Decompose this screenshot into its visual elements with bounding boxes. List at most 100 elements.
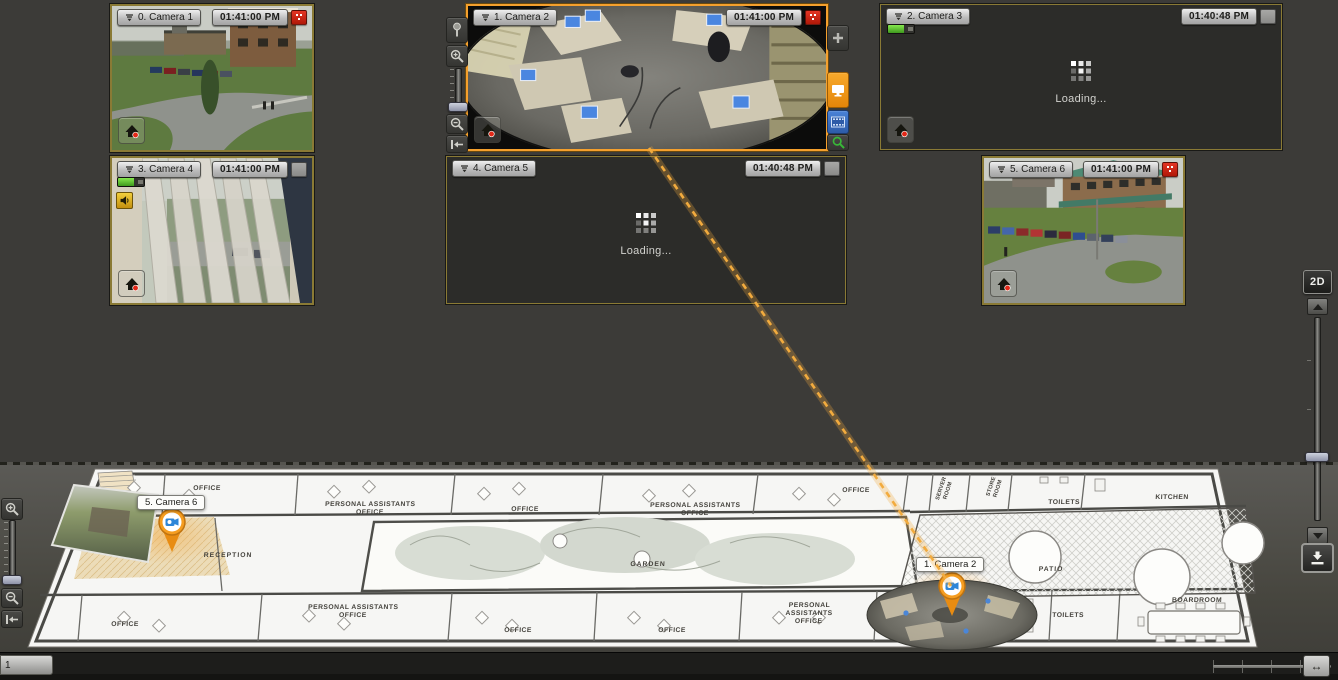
vertical-splitter-track[interactable] <box>1314 317 1321 521</box>
add-view-icon <box>832 32 844 44</box>
playback-button[interactable] <box>827 110 849 134</box>
zoom-out-button[interactable] <box>446 114 468 134</box>
camera-title: 1. Camera 2 <box>494 10 549 25</box>
add-view-button[interactable] <box>827 25 849 51</box>
camera-menu-chip[interactable]: 1. Camera 2 <box>473 9 557 26</box>
event-house-button[interactable] <box>118 270 145 297</box>
camera-tile-5[interactable]: 5. Camera 6 01:41:00 PM <box>982 156 1185 305</box>
camera-menu-icon <box>460 165 469 173</box>
event-house-icon <box>893 122 909 138</box>
camera-tile-2[interactable]: 2. Camera 3 01:40:48 PM Loading... <box>880 4 1282 150</box>
event-house-icon <box>124 276 140 292</box>
room-label: PERSONAL ASSISTANTS OFFICE <box>649 502 740 518</box>
camera-tile-4[interactable]: 4. Camera 5 01:40:48 PM Loading... <box>446 156 846 304</box>
map-camera-marker-2[interactable] <box>936 571 968 622</box>
camera-menu-chip[interactable]: 5. Camera 6 <box>989 161 1073 178</box>
room-label: OFFICE <box>511 506 539 514</box>
camera-menu-icon <box>125 14 134 22</box>
map-marker-label[interactable]: 5. Camera 6 <box>137 495 205 510</box>
reset-zoom-button[interactable] <box>446 135 468 153</box>
camera-1-video <box>468 6 826 149</box>
map-zoom-in-button[interactable] <box>1 498 23 520</box>
zoom-in-icon <box>450 49 464 63</box>
camera-menu-icon <box>481 14 490 22</box>
camera-title: 2. Camera 3 <box>907 9 962 24</box>
map-navigation-bar: 1 ↔ <box>0 652 1338 680</box>
room-label: BOARDROOM <box>1172 597 1223 605</box>
reset-zoom-icon <box>450 139 464 150</box>
camera-title: 0. Camera 1 <box>138 10 193 25</box>
map-camera-marker-6[interactable] <box>156 507 188 558</box>
collapse-map-panel-button[interactable] <box>1301 543 1334 573</box>
room-label: PERSONAL ASSISTANTS OFFICE <box>785 602 833 626</box>
camera-menu-chip[interactable]: 3. Camera 4 <box>117 161 201 178</box>
room-label: OFFICE <box>193 485 221 493</box>
event-house-icon <box>124 123 140 139</box>
room-label: TOILETS <box>1052 612 1084 620</box>
timestamp-chip: 01:41:00 PM <box>726 9 802 26</box>
event-house-icon <box>996 276 1012 292</box>
map-zoom-slider-ticks <box>4 522 8 580</box>
stream-progress-indicator <box>117 177 145 187</box>
zoom-in-icon <box>5 502 19 516</box>
floor-tab-1[interactable]: 1 <box>0 655 53 675</box>
room-label: TOILETS <box>1048 499 1080 507</box>
room-label: OFFICE <box>504 627 532 635</box>
camera-menu-chip[interactable]: 0. Camera 1 <box>117 9 201 26</box>
vertical-splitter-thumb[interactable] <box>1305 452 1329 462</box>
map-reset-zoom-button[interactable] <box>1 610 23 628</box>
camera-menu-icon <box>125 166 134 174</box>
camera-marker-pin-icon <box>936 571 968 617</box>
map-zoom-out-button[interactable] <box>1 588 23 608</box>
timestamp-chip: 01:41:00 PM <box>212 9 288 26</box>
live-view-button[interactable] <box>827 72 849 108</box>
h-slider-thumb[interactable]: ↔ <box>1303 655 1330 677</box>
room-label: KITCHEN <box>1155 494 1189 502</box>
event-house-button[interactable] <box>474 116 501 143</box>
room-label: OFFICE <box>111 621 139 629</box>
camera-map-splitter <box>0 462 1338 465</box>
loading-spinner-icon <box>635 212 657 234</box>
zoom-in-button[interactable] <box>446 45 468 67</box>
map-zoom-slider-thumb[interactable] <box>2 575 22 585</box>
camera-tile-0[interactable]: 0. Camera 1 01:41:00 PM <box>110 4 314 152</box>
event-house-button[interactable] <box>118 117 145 144</box>
room-label: PERSONAL ASSISTANTS OFFICE <box>324 501 415 517</box>
map-pin-tool-button[interactable] <box>446 17 468 43</box>
idle-badge <box>824 161 840 176</box>
room-label: OFFICE <box>842 487 870 495</box>
idle-badge <box>291 162 307 177</box>
timestamp-chip: 01:40:48 PM <box>1181 8 1257 25</box>
smart-search-button[interactable] <box>827 134 849 151</box>
camera-1-scene <box>468 6 826 149</box>
recording-badge <box>291 10 307 25</box>
loading-text: Loading... <box>881 93 1281 105</box>
event-house-button[interactable] <box>990 270 1017 297</box>
event-house-button[interactable] <box>887 116 914 143</box>
scroll-down-button[interactable] <box>1307 527 1328 544</box>
map-surface[interactable]: OFFICE PERSONAL ASSISTANTS OFFICE OFFICE… <box>0 465 1338 652</box>
timestamp-chip: 01:41:00 PM <box>212 161 288 178</box>
camera-menu-icon <box>997 166 1006 174</box>
speaker-icon <box>119 195 130 206</box>
camera-menu-chip[interactable]: 2. Camera 3 <box>886 8 970 25</box>
camera-menu-chip[interactable]: 4. Camera 5 <box>452 160 536 177</box>
camera-title: 3. Camera 4 <box>138 162 193 177</box>
live-view-monitor-icon <box>831 84 845 97</box>
map-2d-mode-button[interactable]: 2D <box>1303 270 1332 294</box>
camera-tile-3[interactable]: 3. Camera 4 01:41:00 PM <box>110 156 314 305</box>
loading-spinner-icon <box>1070 60 1092 82</box>
room-label: PERSONAL ASSISTANTS OFFICE <box>307 604 398 620</box>
map-marker-label[interactable]: 1. Camera 2 <box>916 557 984 572</box>
camera-tile-1[interactable]: 1. Camera 2 01:41:00 PM <box>466 4 828 151</box>
room-label: OFFICE <box>658 627 686 635</box>
stream-progress-indicator <box>887 24 915 34</box>
zoom-slider-thumb[interactable] <box>448 102 468 112</box>
surveillance-client-window: 0. Camera 1 01:41:00 PM <box>0 0 1338 680</box>
room-label: GARDEN <box>630 561 666 569</box>
audio-button[interactable] <box>116 192 133 209</box>
scroll-up-button[interactable] <box>1307 298 1328 315</box>
camera-title: 4. Camera 5 <box>473 161 528 176</box>
reset-zoom-icon <box>5 614 19 625</box>
playback-filmstrip-icon <box>831 116 845 128</box>
